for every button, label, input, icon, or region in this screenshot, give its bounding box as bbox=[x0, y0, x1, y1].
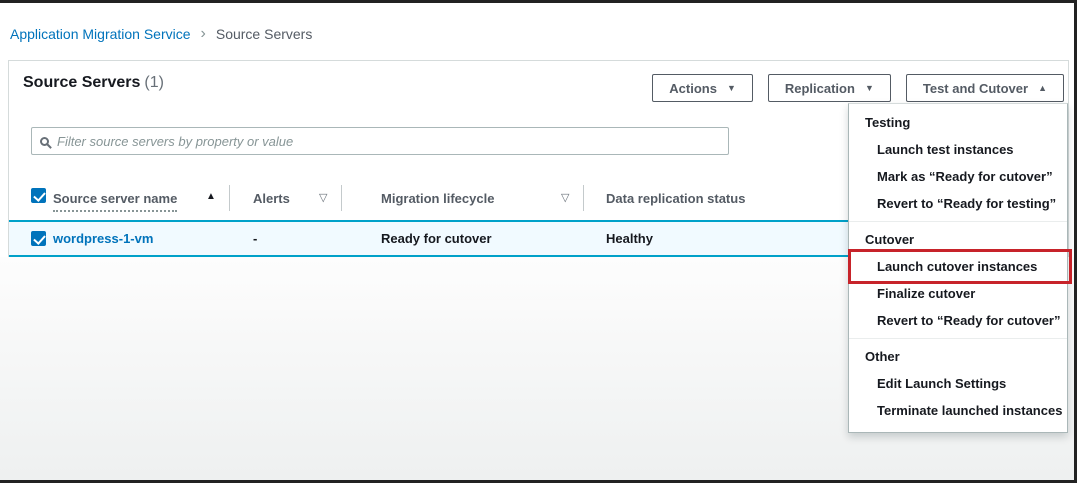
actions-button[interactable]: Actions ▼ bbox=[652, 74, 753, 102]
breadcrumb-link-service[interactable]: Application Migration Service bbox=[10, 26, 191, 42]
menu-item-revert-ready-for-cutover[interactable]: Revert to “Ready for cutover” bbox=[849, 307, 1067, 334]
menu-item-launch-test-instances[interactable]: Launch test instances bbox=[849, 136, 1067, 163]
menu-divider bbox=[849, 338, 1067, 339]
toolbar: Actions ▼ Replication ▼ Test and Cutover… bbox=[652, 74, 1064, 102]
menu-section-other: Other bbox=[865, 349, 900, 364]
menu-item-launch-cutover-instances[interactable]: Launch cutover instances bbox=[848, 249, 1072, 284]
column-divider bbox=[341, 185, 342, 211]
column-divider bbox=[583, 185, 584, 211]
menu-item-mark-ready-for-cutover[interactable]: Mark as “Ready for cutover” bbox=[849, 163, 1067, 190]
page-title: Source Servers (1) bbox=[23, 74, 164, 92]
sort-ascending-icon[interactable]: ▲ bbox=[206, 191, 216, 202]
server-count-badge: (1) bbox=[144, 74, 164, 91]
test-and-cutover-dropdown-menu: Testing Launch test instances Mark as “R… bbox=[848, 103, 1072, 433]
row-checkbox[interactable] bbox=[31, 231, 46, 246]
filter-input[interactable] bbox=[57, 133, 720, 149]
menu-divider bbox=[849, 221, 1067, 222]
search-icon bbox=[40, 136, 49, 146]
data-replication-status-cell: Healthy bbox=[606, 231, 653, 246]
test-and-cutover-button[interactable]: Test and Cutover ▲ bbox=[905, 74, 1064, 102]
breadcrumb: Application Migration Service › Source S… bbox=[10, 25, 312, 43]
actions-button-label: Actions bbox=[669, 80, 717, 96]
menu-item-terminate-launched-instances[interactable]: Terminate launched instances bbox=[849, 397, 1067, 424]
menu-item-finalize-cutover[interactable]: Finalize cutover bbox=[849, 280, 1067, 307]
replication-button-label: Replication bbox=[784, 80, 855, 96]
breadcrumb-current-page: Source Servers bbox=[215, 26, 313, 42]
select-all-checkbox[interactable] bbox=[31, 188, 46, 203]
replication-button[interactable]: Replication ▼ bbox=[767, 74, 891, 102]
caret-down-icon: ▼ bbox=[864, 83, 874, 93]
migration-lifecycle-cell: Ready for cutover bbox=[381, 231, 492, 246]
menu-section-testing: Testing bbox=[865, 115, 911, 130]
menu-item-revert-ready-for-testing[interactable]: Revert to “Ready for testing” bbox=[849, 190, 1067, 217]
column-header-data-replication-status: Data replication status bbox=[606, 191, 746, 206]
alerts-cell: - bbox=[253, 231, 258, 246]
sort-inactive-icon[interactable]: ▽ bbox=[319, 191, 327, 204]
menu-item-label: Launch cutover instances bbox=[877, 259, 1038, 274]
page-title-text: Source Servers bbox=[23, 74, 141, 91]
column-header-source-server-name[interactable]: Source server name bbox=[53, 191, 178, 212]
app-migration-console: Application Migration Service › Source S… bbox=[0, 0, 1077, 483]
test-and-cutover-button-label: Test and Cutover bbox=[922, 80, 1029, 96]
column-header-alerts[interactable]: Alerts bbox=[253, 191, 290, 206]
sort-inactive-icon[interactable]: ▽ bbox=[561, 191, 569, 204]
chevron-right-icon: › bbox=[200, 25, 206, 42]
column-divider bbox=[229, 185, 230, 211]
caret-up-icon: ▲ bbox=[1038, 83, 1047, 93]
column-header-migration-lifecycle[interactable]: Migration lifecycle bbox=[381, 191, 494, 206]
menu-section-cutover: Cutover bbox=[865, 232, 915, 247]
caret-down-icon: ▼ bbox=[726, 83, 736, 93]
filter-bar bbox=[31, 127, 729, 155]
server-name-link[interactable]: wordpress-1-vm bbox=[53, 231, 153, 246]
menu-item-edit-launch-settings[interactable]: Edit Launch Settings bbox=[849, 370, 1067, 397]
